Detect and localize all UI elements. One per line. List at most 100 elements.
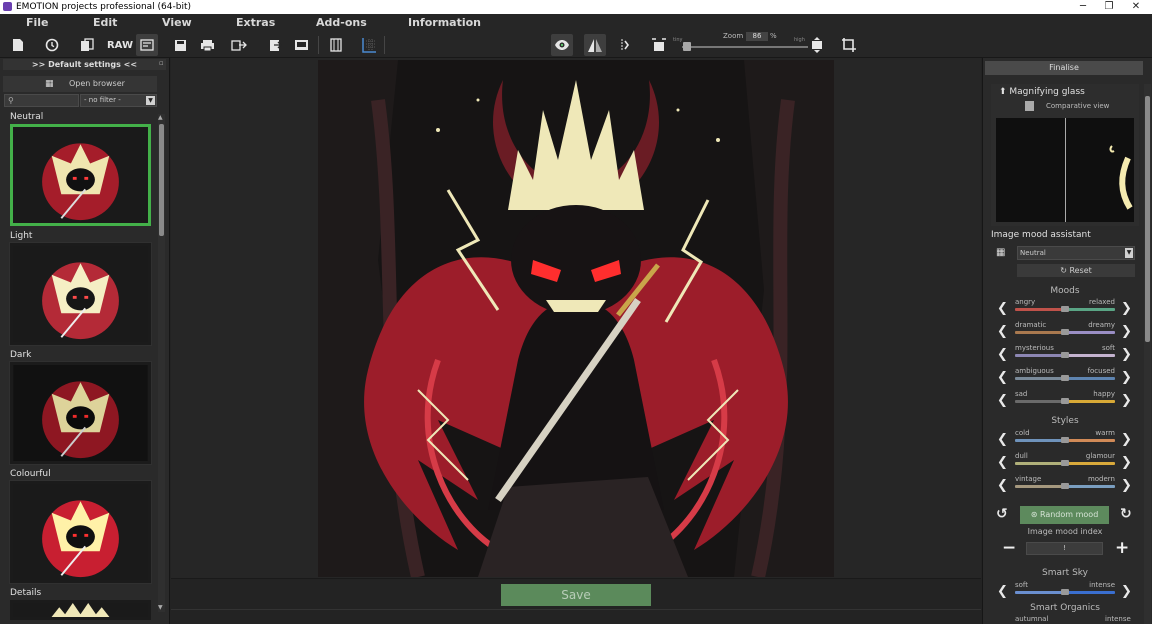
chevron-left-icon[interactable]: ❮ (997, 433, 1008, 447)
minus-icon[interactable]: − (1002, 540, 1016, 557)
chevron-right-icon[interactable]: ❯ (1121, 325, 1132, 339)
slider-thumb[interactable] (1061, 460, 1069, 466)
maximize-button[interactable]: ❐ (1095, 0, 1123, 14)
reset-button[interactable]: ↻ Reset (1017, 264, 1135, 277)
preset-search-input[interactable]: ⚲ (4, 94, 79, 107)
share-icon[interactable] (264, 34, 286, 56)
presets-scrollbar-thumb[interactable] (159, 124, 164, 236)
presets-header[interactable]: >> Default settings << (3, 59, 166, 70)
slider-thumb[interactable] (1061, 375, 1069, 381)
batch-icon[interactable] (136, 34, 158, 56)
mood-index-field[interactable]: ! (1026, 542, 1103, 555)
open-browser-button[interactable]: ▦ Open browser (3, 76, 157, 92)
adjustments-scrollbar-thumb[interactable] (1145, 96, 1150, 342)
chevron-right-icon[interactable]: ❯ (1121, 456, 1132, 470)
slider-track-right[interactable] (1065, 308, 1115, 311)
chevron-left-icon[interactable]: ❮ (997, 456, 1008, 470)
slider-track-left[interactable] (1015, 400, 1065, 403)
export-icon[interactable] (228, 34, 250, 56)
slider-thumb[interactable] (1061, 437, 1069, 443)
slider-track-right[interactable] (1065, 400, 1115, 403)
finalise-tab[interactable]: Finalise (985, 61, 1143, 75)
undo-rotate-icon[interactable]: ↺ (996, 507, 1008, 521)
magnifier-view[interactable] (996, 118, 1134, 222)
magnifier-title[interactable]: ⬆ Magnifying glass (999, 87, 1085, 97)
chevron-left-icon[interactable]: ❮ (997, 585, 1008, 599)
slider-track-right[interactable] (1065, 591, 1115, 594)
preset-thumb-light[interactable] (10, 243, 151, 345)
slider-track-right[interactable] (1065, 439, 1115, 442)
scroll-up-icon[interactable]: ▲ (158, 114, 163, 121)
slider-track-left[interactable] (1015, 591, 1065, 594)
save-icon[interactable] (169, 34, 191, 56)
compare-icon[interactable] (614, 34, 636, 56)
raw-button[interactable]: RAW (107, 34, 133, 56)
slider-thumb[interactable] (1061, 398, 1069, 404)
minimize-button[interactable]: ─ (1069, 0, 1097, 14)
menu-edit[interactable]: Edit (93, 16, 117, 29)
save-button[interactable]: Save (501, 584, 651, 606)
print-icon[interactable] (196, 34, 218, 56)
rotate-crop-icon[interactable] (838, 34, 860, 56)
preset-thumb-details[interactable] (10, 600, 151, 620)
slider-track-right[interactable] (1065, 377, 1115, 380)
chevron-right-icon[interactable]: ❯ (1121, 479, 1132, 493)
chevron-right-icon[interactable]: ❯ (1121, 302, 1132, 316)
chevron-right-icon[interactable]: ❯ (1121, 394, 1132, 408)
copy-icon[interactable] (76, 34, 98, 56)
crop-guide-icon[interactable] (325, 34, 347, 56)
chevron-left-icon[interactable]: ❮ (997, 371, 1008, 385)
chevron-right-icon[interactable]: ❯ (1121, 585, 1132, 599)
slider-track-left[interactable] (1015, 462, 1065, 465)
zoom-in-fit-icon[interactable] (806, 34, 828, 56)
preview-eye-icon[interactable] (551, 34, 573, 56)
chevron-left-icon[interactable]: ❮ (997, 348, 1008, 362)
close-button[interactable]: ✕ (1122, 0, 1150, 14)
mood-grid-icon[interactable]: ▦ (996, 247, 1005, 258)
menu-information[interactable]: Information (408, 16, 481, 29)
chevron-right-icon[interactable]: ❯ (1121, 433, 1132, 447)
chevron-right-icon[interactable]: ❯ (1121, 371, 1132, 385)
slider-thumb[interactable] (1061, 483, 1069, 489)
slider-track-left[interactable] (1015, 354, 1065, 357)
split-view-icon[interactable] (584, 34, 606, 56)
chevron-left-icon[interactable]: ❮ (997, 479, 1008, 493)
slider-track-left[interactable] (1015, 439, 1065, 442)
pin-icon[interactable]: ▫ (159, 59, 164, 67)
slider-track-left[interactable] (1015, 377, 1065, 380)
slider-track-right[interactable] (1065, 331, 1115, 334)
preset-thumb-dark[interactable] (10, 362, 151, 464)
menu-view[interactable]: View (162, 16, 192, 29)
new-file-icon[interactable] (7, 34, 29, 56)
mood-select[interactable]: Neutral ▼ (1017, 246, 1135, 260)
slider-track-right[interactable] (1065, 462, 1115, 465)
history-icon[interactable] (41, 34, 63, 56)
slider-thumb[interactable] (1061, 589, 1069, 595)
slider-track-right[interactable] (1065, 485, 1115, 488)
redo-rotate-icon[interactable]: ↻ (1120, 507, 1132, 521)
zoom-value-field[interactable]: 86 (746, 32, 768, 41)
preset-filter-select[interactable]: - no filter - ▼ (80, 94, 157, 107)
slider-track-left[interactable] (1015, 331, 1065, 334)
menu-file[interactable]: File (26, 16, 49, 29)
random-mood-button[interactable]: ⊛ Random mood (1020, 506, 1109, 524)
preset-thumb-neutral[interactable] (10, 124, 151, 226)
slider-track-left[interactable] (1015, 308, 1065, 311)
comparative-view-checkbox[interactable] (1025, 101, 1034, 111)
preset-thumb-colourful[interactable] (10, 481, 151, 583)
slider-thumb[interactable] (1061, 306, 1069, 312)
zoom-slider-thumb[interactable] (683, 42, 691, 51)
chevron-left-icon[interactable]: ❮ (997, 325, 1008, 339)
main-image[interactable] (318, 60, 834, 577)
chevron-left-icon[interactable]: ❮ (997, 394, 1008, 408)
slider-thumb[interactable] (1061, 329, 1069, 335)
slider-track-left[interactable] (1015, 485, 1065, 488)
plus-icon[interactable]: + (1115, 540, 1129, 557)
menu-add-ons[interactable]: Add-ons (316, 16, 367, 29)
scroll-down-icon[interactable]: ▼ (158, 604, 163, 611)
chevron-right-icon[interactable]: ❯ (1121, 348, 1132, 362)
slider-thumb[interactable] (1061, 352, 1069, 358)
zoom-slider-track[interactable] (682, 46, 808, 48)
zoom-out-fit-icon[interactable] (648, 34, 670, 56)
menu-extras[interactable]: Extras (236, 16, 275, 29)
